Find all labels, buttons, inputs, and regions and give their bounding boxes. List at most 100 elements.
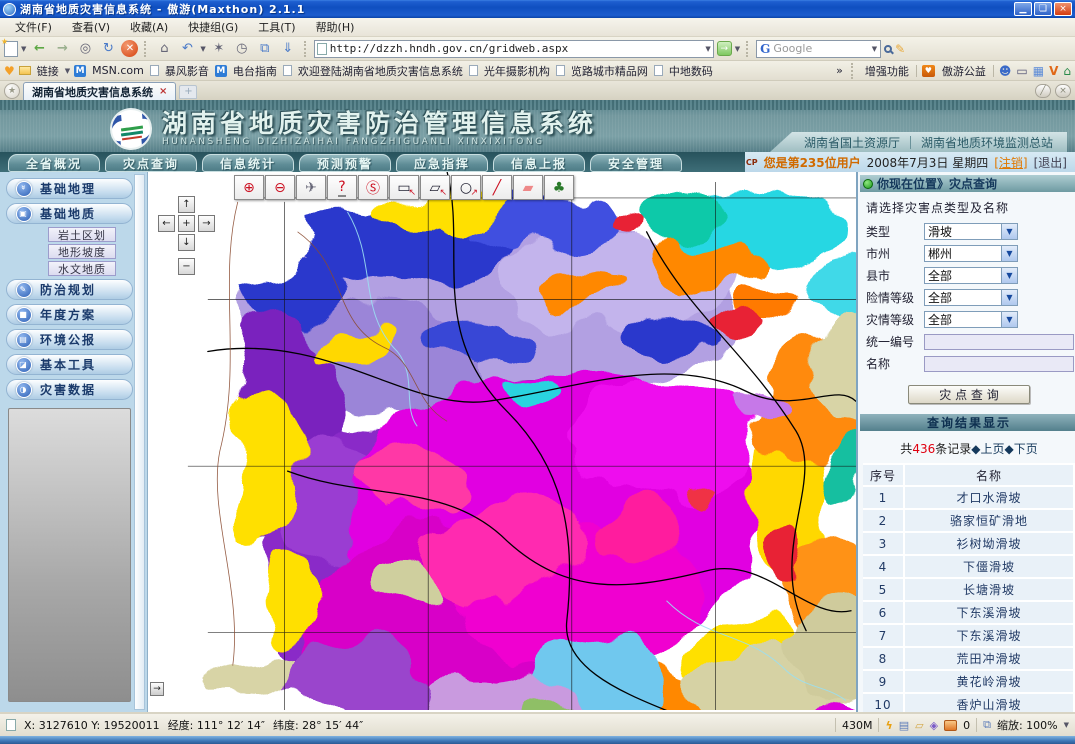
eraser-icon[interactable]: ▰ (513, 175, 543, 200)
chevron-down-icon[interactable]: ▼ (1001, 224, 1017, 239)
sidebar-item-basic-tools[interactable]: ◪ 基本工具 (6, 354, 133, 375)
plugin-icon[interactable]: ◈ (930, 719, 938, 732)
link-zhongdi[interactable]: 中地数码 (667, 63, 715, 79)
menu-view[interactable]: 查看(V) (63, 17, 119, 37)
geological-map[interactable] (148, 172, 856, 710)
table-row[interactable]: 5长塘滑坡 (863, 579, 1075, 602)
link-msn[interactable]: MSN.com (90, 64, 146, 77)
charity-button[interactable]: 傲游公益 (940, 63, 988, 79)
building-icon[interactable]: ⌂ (1063, 64, 1071, 78)
disaster-query-button[interactable]: 灾 点 查 询 (908, 385, 1030, 404)
link-radio-guide[interactable]: 电台指南 (231, 63, 279, 79)
pan-center-button[interactable]: + (178, 215, 195, 232)
sidebar-item-disaster-data[interactable]: ◑ 灾害数据 (6, 379, 133, 400)
select-polygon-icon[interactable]: ▱↖ (420, 175, 450, 200)
links-label[interactable]: 链接 (35, 63, 61, 79)
pan-left-button[interactable]: ← (158, 215, 175, 232)
settings-wrench-button[interactable]: ╱ (1035, 84, 1051, 98)
city-select[interactable]: 郴州 ▼ (924, 245, 1018, 262)
link-lanlu-city[interactable]: 览路城市精品网 (569, 63, 650, 79)
nav-tab-emergency-command[interactable]: 应急指挥 (396, 154, 488, 172)
address-input[interactable] (330, 42, 703, 55)
boost-icon[interactable]: ϟ (885, 719, 892, 732)
menu-file[interactable]: 文件(F) (6, 17, 61, 37)
nav-tab-security-management[interactable]: 安全管理 (590, 154, 682, 172)
county-select[interactable]: 全部 ▼ (924, 267, 1018, 284)
tab-list-star-icon[interactable]: ★ (4, 83, 20, 99)
new-tab-button[interactable]: + (179, 85, 197, 99)
highlight-pencil-icon[interactable]: ✎ (895, 42, 905, 56)
zoom-in-icon[interactable]: ⊕ (234, 175, 264, 200)
chevron-down-icon[interactable]: ▼ (1001, 268, 1017, 283)
download-icon[interactable]: ⇓ (278, 40, 298, 58)
table-row[interactable]: 2骆家恒矿滑地 (863, 510, 1075, 533)
restore-button[interactable]: ❏ (1034, 2, 1052, 16)
pan-up-button[interactable]: ↑ (178, 196, 195, 213)
next-page-link[interactable]: ◆下页 (1004, 442, 1037, 456)
back-icon[interactable]: ← (29, 40, 49, 58)
go-button[interactable]: → (717, 41, 732, 56)
links-folder-icon[interactable] (19, 66, 31, 75)
search-engine-dropdown-icon[interactable]: ▼ (872, 45, 877, 53)
undo-dropdown-icon[interactable]: ▼ (200, 45, 205, 53)
nav-tab-province-overview[interactable]: 全省概况 (8, 154, 100, 172)
nav-tab-disaster-query[interactable]: 灾点查询 (105, 154, 197, 172)
tab-active[interactable]: 湖南省地质灾害信息系统 × (23, 82, 176, 100)
link-guangnian[interactable]: 光年摄影机构 (482, 63, 552, 79)
address-bar[interactable]: ▼ (314, 40, 714, 58)
image-filter-icon[interactable] (944, 720, 957, 731)
measure-distance-icon[interactable]: ? (327, 175, 357, 200)
close-button[interactable]: × (1054, 2, 1072, 16)
address-dropdown-icon[interactable]: ▼ (705, 45, 710, 53)
logout-link[interactable]: [注销] (994, 154, 1027, 171)
layer-tree-icon[interactable]: ♣ (544, 175, 574, 200)
expand-panel-button[interactable]: → (150, 682, 164, 696)
window-icon[interactable]: ▭ (1016, 64, 1027, 78)
search-icon[interactable] (884, 45, 892, 53)
window-zoom-icon[interactable]: ⧉ (983, 718, 991, 732)
undo-icon[interactable]: ↶ (177, 40, 197, 58)
link-geo-env-monitor-station[interactable]: 湖南省地质环境监测总站 (921, 134, 1053, 151)
enhance-features-button[interactable]: 增强功能 (863, 63, 911, 79)
table-row[interactable]: 1才口水滑坡 (863, 487, 1075, 510)
zoom-level[interactable]: 缩放: 100% (997, 717, 1058, 733)
select-rectangle-icon[interactable]: ▭↖ (389, 175, 419, 200)
pan-right-button[interactable]: → (198, 215, 215, 232)
minimize-button[interactable]: ▁ (1014, 2, 1032, 16)
sidebar-subitem-hydrogeology[interactable]: 水文地质 (48, 261, 116, 276)
forward-icon[interactable]: → (52, 40, 72, 58)
table-row[interactable]: 3衫树坳滑坡 (863, 533, 1075, 556)
stop-icon[interactable]: ✕ (121, 40, 138, 57)
notes-icon[interactable]: ▦ (1033, 64, 1044, 78)
link-welcome-system[interactable]: 欢迎登陆湖南省地质灾害信息系统 (296, 63, 465, 79)
links-dropdown-icon[interactable]: ▼ (65, 67, 70, 75)
maxthon-charity-icon[interactable]: ♥ (922, 65, 935, 77)
menu-tools[interactable]: 工具(T) (249, 17, 304, 37)
zoom-out-icon[interactable]: ⊖ (265, 175, 295, 200)
table-row[interactable]: 4下僵滑坡 (863, 556, 1075, 579)
magic-wand-icon[interactable]: ✶ (209, 40, 229, 58)
table-row[interactable]: 9黄花岭滑坡 (863, 671, 1075, 694)
chevron-down-icon[interactable]: ▼ (1001, 312, 1017, 327)
menu-help[interactable]: 帮助(H) (307, 17, 364, 37)
disaster-level-select[interactable]: 全部 ▼ (924, 311, 1018, 328)
chevron-down-icon[interactable]: ▼ (1001, 246, 1017, 261)
table-row[interactable]: 7下东溪滑坡 (863, 625, 1075, 648)
sidebar-item-environment-bulletin[interactable]: ▤ 环境公报 (6, 329, 133, 350)
new-tab-dropdown-icon[interactable]: ▼ (21, 45, 26, 53)
danger-level-select[interactable]: 全部 ▼ (924, 289, 1018, 306)
new-tab-icon[interactable] (4, 41, 18, 57)
full-extent-icon[interactable]: ✈ (296, 175, 326, 200)
exit-link[interactable]: [退出] (1034, 154, 1067, 171)
draw-line-icon[interactable]: ╱ (482, 175, 512, 200)
favorites-heart-icon[interactable]: ♥ (4, 64, 15, 78)
tab-close-icon[interactable]: × (159, 86, 167, 97)
close-tabs-button[interactable]: × (1055, 84, 1071, 98)
folder-icon[interactable]: ▱ (915, 719, 923, 732)
nav-tab-forecast-warning[interactable]: 预测预警 (299, 154, 391, 172)
go-dropdown-icon[interactable]: ▼ (735, 45, 740, 53)
zoom-dropdown-icon[interactable]: ▼ (1064, 721, 1069, 729)
refresh-icon[interactable]: ↻ (98, 40, 118, 58)
table-row[interactable]: 6下东溪滑坡 (863, 602, 1075, 625)
sidebar-subitem-rock-soil-zoning[interactable]: 岩土区划 (48, 227, 116, 242)
